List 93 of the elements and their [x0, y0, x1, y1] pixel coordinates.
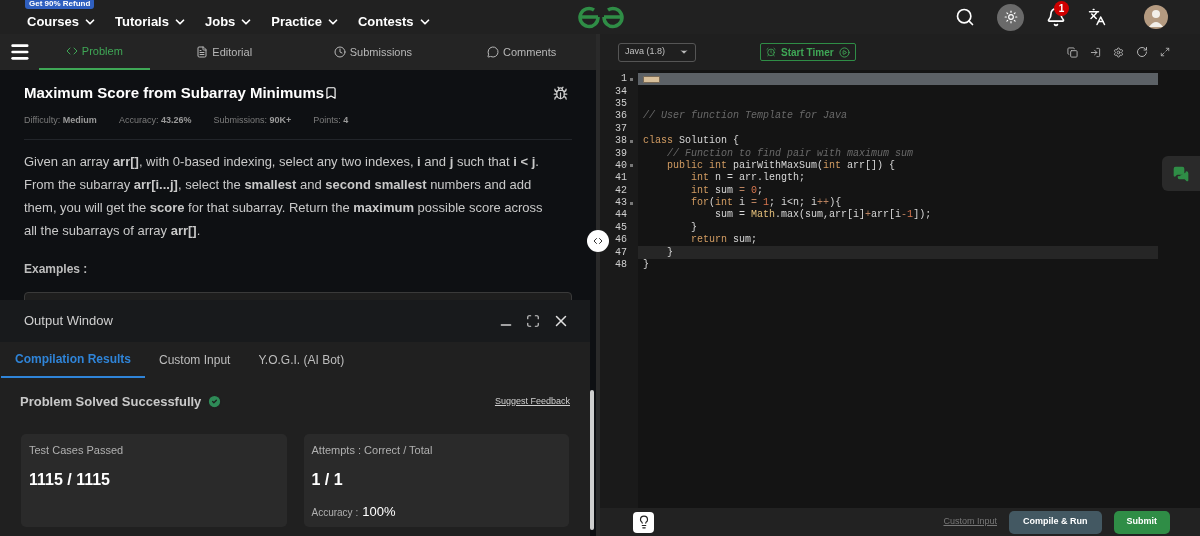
nav-menu-item[interactable]: Contests [357, 12, 432, 32]
refund-badge: Get 90% Refund [25, 0, 95, 10]
nav-menu-item[interactable]: Practice [271, 12, 340, 32]
problem-title: Maximum Score from Subarray Minimums [24, 83, 325, 103]
code-line: sum = Math.max(sum,arr[i]+arr[i-1]); [714, 209, 933, 222]
document-icon [196, 46, 209, 58]
bookmark-icon[interactable] [324, 86, 339, 101]
code-line: for(int i = 1; i<n; i++){ [690, 196, 843, 209]
alarm-clock-icon [766, 47, 776, 57]
problem-tab[interactable]: Submissions [298, 34, 448, 70]
accuracy-value: 100% [362, 503, 396, 521]
output-tab[interactable]: Compilation Results [1, 342, 145, 378]
code-line: int n = arr.length; [690, 172, 807, 185]
card-label: Test Cases Passed [29, 442, 125, 458]
fold-marker-icon[interactable] [630, 164, 633, 168]
problem-tab[interactable]: Editorial [149, 34, 299, 70]
expand-icon[interactable] [526, 314, 540, 328]
line-number: 46 [615, 235, 627, 246]
start-timer-button[interactable]: Start Timer [760, 43, 856, 61]
notification-count: 1 [1054, 1, 1069, 16]
chat-bubbles-icon [1173, 165, 1189, 182]
nav-menu-item[interactable]: Tutorials [115, 12, 187, 32]
code-line: // Function to find pair with maximum sum [666, 147, 915, 160]
avatar[interactable] [1144, 5, 1168, 29]
code-line: // User function Template for Java [642, 110, 849, 123]
logo-icon [577, 5, 625, 29]
line-number: 41 [615, 173, 627, 184]
card-value: 1 / 1 [311, 470, 344, 490]
fold-marker-icon[interactable] [630, 77, 633, 81]
copy-icon[interactable] [1067, 46, 1078, 58]
menu-icon[interactable] [9, 41, 31, 63]
problem-meta: Difficulty: Medium [24, 113, 97, 127]
problem-meta: Accuracy: 43.26% [118, 113, 192, 127]
line-number: 38 [615, 136, 627, 147]
line-number: 36 [615, 111, 627, 122]
card-value: 1115 / 1115 [29, 470, 111, 490]
problem-meta: Points: 4 [313, 113, 349, 127]
output-tab[interactable]: Y.O.G.I. (AI Bot) [244, 342, 359, 378]
accuracy-label: Accuracy : [311, 506, 359, 520]
line-number: 35 [615, 98, 627, 109]
settings-icon[interactable] [1113, 46, 1124, 58]
code-line: int sum = 0; [690, 184, 765, 197]
nav-menu-item[interactable]: Jobs [204, 12, 254, 32]
code-icon [65, 45, 78, 57]
problem-description: Given an array arr[], with 0-based indexing, select any two indexes, i and j such that i < j. From the subarray arr[i...j], select the smallest and second smallest numbers and add them, you will get the score for that subarray. Return the maximum possible score across all the subarrays of array arr[]. [24, 153, 544, 240]
fullscreen-icon[interactable] [1160, 47, 1170, 57]
drag-arrows-icon [592, 235, 604, 247]
code-line: return sum; [690, 234, 759, 247]
code-line: class Solution { [642, 134, 741, 148]
output-tab[interactable]: Custom Input [145, 342, 245, 378]
line-number: 47 [615, 247, 627, 258]
examples-heading: Examples : [24, 261, 89, 278]
reset-icon[interactable] [1136, 46, 1148, 58]
line-number: 48 [615, 260, 627, 271]
theme-toggle[interactable] [997, 3, 1024, 31]
compile-run-button[interactable]: Compile & Run [1009, 510, 1102, 534]
import-icon[interactable] [1090, 46, 1101, 58]
custom-input-link[interactable]: Custom Input [943, 515, 997, 529]
line-number: 43 [615, 198, 627, 209]
status-message: Problem Solved Successfully [20, 393, 202, 411]
clock-icon [333, 46, 346, 58]
line-number: 1 [621, 74, 627, 85]
suggest-feedback-link[interactable]: Suggest Feedback [494, 395, 570, 409]
language-select[interactable]: Java (1.8) [618, 42, 696, 62]
line-number: 45 [615, 222, 627, 233]
bug-icon[interactable] [553, 85, 568, 101]
output-window-title: Output Window [24, 312, 113, 331]
line-number: 34 [615, 86, 627, 97]
chat-button[interactable] [1162, 156, 1200, 191]
card-label: Attempts : Correct / Total [311, 442, 434, 458]
line-number: 39 [615, 148, 627, 159]
translate-icon[interactable] [1088, 8, 1106, 26]
line-number: 37 [615, 123, 627, 134]
line-number: 44 [615, 210, 627, 221]
code-line: } [690, 221, 698, 235]
line-number: 42 [615, 185, 627, 196]
code-line: } [642, 258, 650, 272]
caret-icon [679, 47, 689, 57]
hint-button[interactable] [633, 511, 654, 533]
fold-marker-icon[interactable] [630, 201, 633, 205]
folded-code-marker[interactable] [643, 75, 660, 83]
play-icon [838, 46, 850, 58]
sun-icon [1003, 10, 1018, 24]
fold-marker-icon[interactable] [630, 139, 633, 143]
submit-button[interactable]: Submit [1113, 510, 1170, 534]
problem-tab[interactable]: Comments [447, 34, 596, 70]
code-line: public int pairWithMaxSum(int arr[]) { [666, 159, 897, 172]
line-number: 40 [615, 160, 627, 171]
chat-icon [487, 46, 500, 58]
problem-meta: Submissions: 90K+ [213, 113, 292, 127]
problem-tab[interactable]: Problem [38, 34, 150, 70]
search-icon[interactable] [955, 7, 975, 27]
check-circle-icon [207, 394, 223, 410]
